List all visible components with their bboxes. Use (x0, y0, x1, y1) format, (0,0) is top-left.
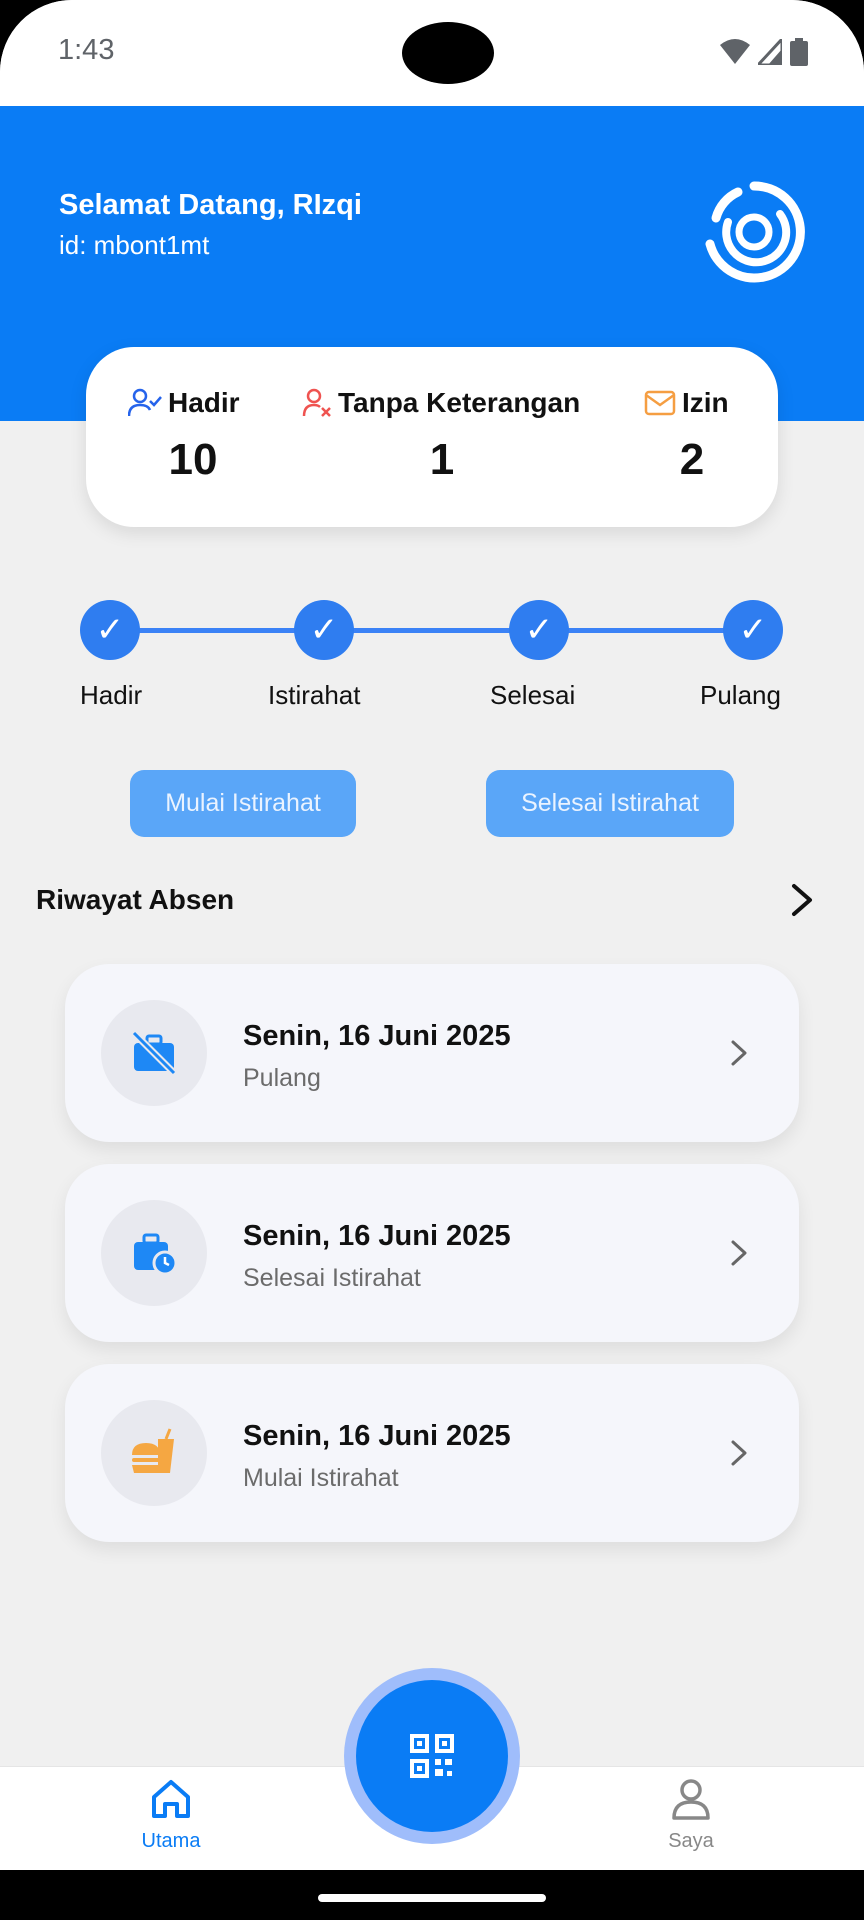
battery-icon (790, 38, 808, 66)
qr-code-icon (410, 1734, 454, 1778)
signal-icon (758, 39, 782, 65)
end-break-button[interactable]: Selesai Istirahat (486, 770, 734, 837)
briefcase-off-icon (131, 1030, 177, 1076)
history-status: Mulai Istirahat (243, 1464, 399, 1492)
step-label-istirahat: Istirahat (268, 680, 361, 710)
mail-icon (644, 390, 676, 416)
wifi-icon (720, 39, 750, 64)
status-bar: 1:43 (0, 0, 864, 106)
nav-profile-label: Saya (668, 1830, 714, 1852)
history-item[interactable]: Senin, 16 Juni 2025 Mulai Istirahat (65, 1364, 799, 1542)
stepper-line (110, 628, 753, 633)
history-title: Riwayat Absen (36, 884, 235, 915)
nav-profile[interactable]: Saya (621, 1777, 761, 1853)
history-icon-circle (101, 1400, 207, 1506)
chevron-right-icon (731, 1440, 747, 1466)
chevron-right-icon (731, 1040, 747, 1066)
user-icon (672, 1779, 710, 1820)
chevron-right-icon[interactable] (784, 880, 820, 920)
stat-tanpa-keterangan-label: Tanpa Keterangan (338, 387, 581, 418)
briefcase-clock-icon (134, 1233, 178, 1276)
stat-tanpa-keterangan-value: 1 (429, 435, 455, 484)
home-icon (152, 1780, 190, 1818)
user-id-text: id: mbont1mt (59, 230, 210, 260)
stat-izin-label: Izin (682, 387, 729, 418)
app-screen: 1:43 Selamat Datang, RIzqi id: mbont1mt (0, 0, 864, 1920)
chevron-right-icon (731, 1240, 747, 1266)
step-label-hadir: Hadir (80, 680, 143, 710)
app-logo-icon (705, 181, 805, 283)
history-item[interactable]: Senin, 16 Juni 2025 Pulang (65, 964, 799, 1142)
start-break-button[interactable]: Mulai Istirahat (130, 770, 356, 837)
step-hadir-check: ✓ (80, 600, 140, 660)
history-icon-circle (101, 1200, 207, 1306)
stat-hadir-value: 10 (168, 435, 218, 484)
history-status: Selesai Istirahat (243, 1264, 421, 1292)
attendance-summary-card: Hadir 10 Tanpa Keterangan 1 Izin 2 (86, 347, 778, 527)
history-date: Senin, 16 Juni 2025 (243, 1020, 511, 1052)
gesture-handle[interactable] (318, 1894, 546, 1902)
status-time: 1:43 (58, 34, 115, 66)
stat-hadir-label: Hadir (168, 387, 240, 418)
nav-home[interactable]: Utama (101, 1777, 241, 1853)
greeting-text: Selamat Datang, RIzqi (59, 189, 362, 221)
history-date: Senin, 16 Juni 2025 (243, 1220, 511, 1252)
nav-home-label: Utama (141, 1830, 201, 1852)
camera-cutout (402, 22, 494, 84)
step-label-selesai: Selesai (490, 680, 576, 710)
attendance-stepper: ✓ ✓ ✓ ✓ Hadir Istirahat Selesai Pulang (0, 598, 864, 718)
history-item[interactable]: Senin, 16 Juni 2025 Selesai Istirahat (65, 1164, 799, 1342)
status-icons (720, 38, 808, 66)
stat-izin-value: 2 (679, 435, 705, 484)
stat-tanpa-keterangan: Tanpa Keterangan 1 (302, 387, 582, 485)
stat-izin: Izin 2 (644, 387, 740, 485)
step-pulang-check: ✓ (723, 600, 783, 660)
history-date: Senin, 16 Juni 2025 (243, 1420, 511, 1452)
stat-hadir: Hadir 10 (128, 387, 258, 485)
step-istirahat-check: ✓ (294, 600, 354, 660)
step-selesai-check: ✓ (509, 600, 569, 660)
user-check-icon (128, 388, 162, 417)
fastfood-icon (132, 1428, 174, 1473)
user-x-icon (302, 388, 331, 417)
scan-qr-button[interactable] (356, 1680, 508, 1832)
history-status: Pulang (243, 1064, 321, 1092)
history-icon-circle (101, 1000, 207, 1106)
step-label-pulang: Pulang (700, 680, 781, 710)
